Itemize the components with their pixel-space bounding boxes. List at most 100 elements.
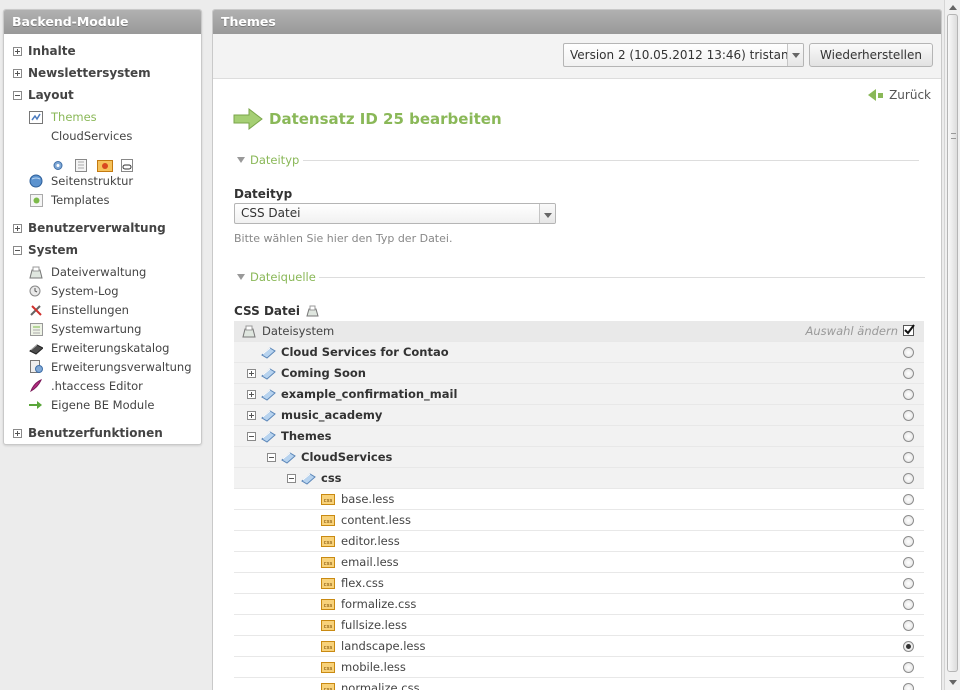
select-radio[interactable]: [903, 662, 914, 673]
link-icon[interactable]: [120, 159, 134, 172]
tree-item-label: formalize.css: [341, 597, 417, 611]
module-sidebar: Backend-Module Inhalte Newslettersystem …: [3, 9, 202, 445]
select-radio[interactable]: [903, 578, 914, 589]
sidebar-item-erweiterungskatalog[interactable]: Erweiterungskatalog: [29, 340, 169, 356]
sidebar-item-systemwartung[interactable]: Systemwartung: [29, 321, 141, 337]
filetype-select[interactable]: CSS Datei: [234, 203, 556, 224]
restore-button[interactable]: Wiederherstellen: [809, 43, 933, 67]
svg-text:css: css: [324, 582, 333, 588]
folder-row[interactable]: CloudServices: [234, 447, 924, 468]
select-radio[interactable]: [903, 347, 914, 358]
folder-row[interactable]: Themes: [234, 426, 924, 447]
expand-icon[interactable]: [13, 223, 22, 233]
group-label: Newslettersystem: [28, 66, 151, 80]
collapse-icon[interactable]: [13, 90, 22, 100]
group-benutzerfunktionen[interactable]: Benutzerfunktionen: [13, 425, 163, 441]
main-panel: Themes Version 2 (10.05.2012 13:46) tris…: [212, 9, 942, 690]
file-row[interactable]: css editor.less: [234, 531, 924, 552]
folder-row[interactable]: Cloud Services for Contao: [234, 342, 924, 363]
chevron-down-icon[interactable]: [539, 204, 555, 223]
gear-icon[interactable]: [51, 159, 65, 172]
sidebar-item-erweiterungsverwaltung[interactable]: Erweiterungsverwaltung: [29, 359, 192, 375]
group-label: Benutzerverwaltung: [28, 221, 166, 235]
collapse-icon[interactable]: [287, 474, 296, 483]
expand-icon[interactable]: [247, 390, 256, 399]
scroll-up-icon[interactable]: [949, 5, 957, 10]
file-row[interactable]: css fullsize.less: [234, 615, 924, 636]
scroll-down-icon[interactable]: [949, 680, 957, 685]
sidebar-item-dateiverwaltung[interactable]: Dateiverwaltung: [29, 264, 146, 280]
tools-icon: [29, 303, 43, 317]
back-link-label: Zurück: [889, 88, 931, 102]
sidebar-item-seitenstruktur[interactable]: Seitenstruktur: [29, 173, 133, 189]
field-label: Dateityp: [234, 187, 293, 201]
file-row[interactable]: css formalize.css: [234, 594, 924, 615]
version-select[interactable]: Version 2 (10.05.2012 13:46) tristan.lin…: [563, 43, 804, 67]
change-selection-link[interactable]: Auswahl ändern: [806, 324, 898, 338]
sidebar-item-cloudservices[interactable]: CloudServices: [51, 128, 132, 144]
select-radio[interactable]: [903, 599, 914, 610]
sidebar-item-eigene-be-module[interactable]: Eigene BE Module: [29, 397, 154, 413]
css-file-icon: css: [321, 640, 335, 653]
tree-item-label: fullsize.less: [341, 618, 407, 632]
sidebar-item-einstellungen[interactable]: Einstellungen: [29, 302, 129, 318]
file-row[interactable]: css mobile.less: [234, 657, 924, 678]
sidebar-item-htaccess-editor[interactable]: .htaccess Editor: [29, 378, 143, 394]
select-radio[interactable]: [903, 494, 914, 505]
folder-row[interactable]: music_academy: [234, 405, 924, 426]
checkbox-checked-icon[interactable]: [903, 324, 915, 337]
expand-icon[interactable]: [13, 46, 22, 56]
folder-icon: [281, 451, 296, 464]
layout-icon[interactable]: [74, 159, 88, 172]
group-inhalte[interactable]: Inhalte: [13, 43, 76, 59]
expand-icon[interactable]: [13, 68, 22, 78]
file-row[interactable]: css email.less: [234, 552, 924, 573]
select-radio[interactable]: [903, 452, 914, 463]
select-radio[interactable]: [903, 431, 914, 442]
select-radio[interactable]: [903, 473, 914, 484]
file-row[interactable]: css landscape.less: [234, 636, 924, 657]
collapse-icon[interactable]: [13, 245, 22, 255]
sidebar-item-system-log[interactable]: System-Log: [29, 283, 119, 299]
select-radio[interactable]: [903, 410, 914, 421]
group-label: System: [28, 243, 78, 257]
file-row[interactable]: css flex.css: [234, 573, 924, 594]
back-link[interactable]: Zurück: [868, 88, 931, 102]
folder-icon: [261, 430, 276, 443]
group-layout[interactable]: Layout: [13, 87, 74, 103]
filesystem-icon: [306, 305, 319, 317]
group-benutzerverwaltung[interactable]: Benutzerverwaltung: [13, 220, 166, 236]
sidebar-item-label: Templates: [51, 193, 110, 207]
file-row[interactable]: css normalize.css: [234, 678, 924, 690]
expand-icon[interactable]: [247, 411, 256, 420]
folder-row[interactable]: Coming Soon: [234, 363, 924, 384]
folder-row[interactable]: css: [234, 468, 924, 489]
group-system[interactable]: System: [13, 242, 78, 258]
scroll-thumb[interactable]: [947, 14, 958, 672]
chevron-down-icon[interactable]: [787, 44, 803, 66]
select-radio[interactable]: [903, 641, 914, 652]
select-radio[interactable]: [903, 557, 914, 568]
file-row[interactable]: css content.less: [234, 510, 924, 531]
image-icon[interactable]: [97, 159, 113, 172]
legend-dateiquelle[interactable]: Dateiquelle: [237, 270, 316, 284]
group-newslettersystem[interactable]: Newslettersystem: [13, 65, 151, 81]
expand-icon[interactable]: [13, 428, 22, 438]
folder-row[interactable]: example_confirmation_mail: [234, 384, 924, 405]
select-radio[interactable]: [903, 536, 914, 547]
collapse-icon[interactable]: [267, 453, 276, 462]
select-radio[interactable]: [903, 620, 914, 631]
legend-dateityp[interactable]: Dateityp: [237, 153, 299, 167]
collapse-icon[interactable]: [247, 432, 256, 441]
select-radio[interactable]: [903, 389, 914, 400]
sidebar-item-templates[interactable]: Templates: [29, 192, 109, 208]
select-radio[interactable]: [903, 368, 914, 379]
tree-item-label: landscape.less: [341, 639, 426, 653]
sidebar-item-themes[interactable]: Themes: [29, 109, 97, 125]
select-radio[interactable]: [903, 515, 914, 526]
expand-icon[interactable]: [247, 369, 256, 378]
select-radio[interactable]: [903, 683, 914, 690]
file-row[interactable]: css base.less: [234, 489, 924, 510]
svg-text:css: css: [324, 645, 333, 651]
page-scrollbar[interactable]: [944, 0, 960, 690]
